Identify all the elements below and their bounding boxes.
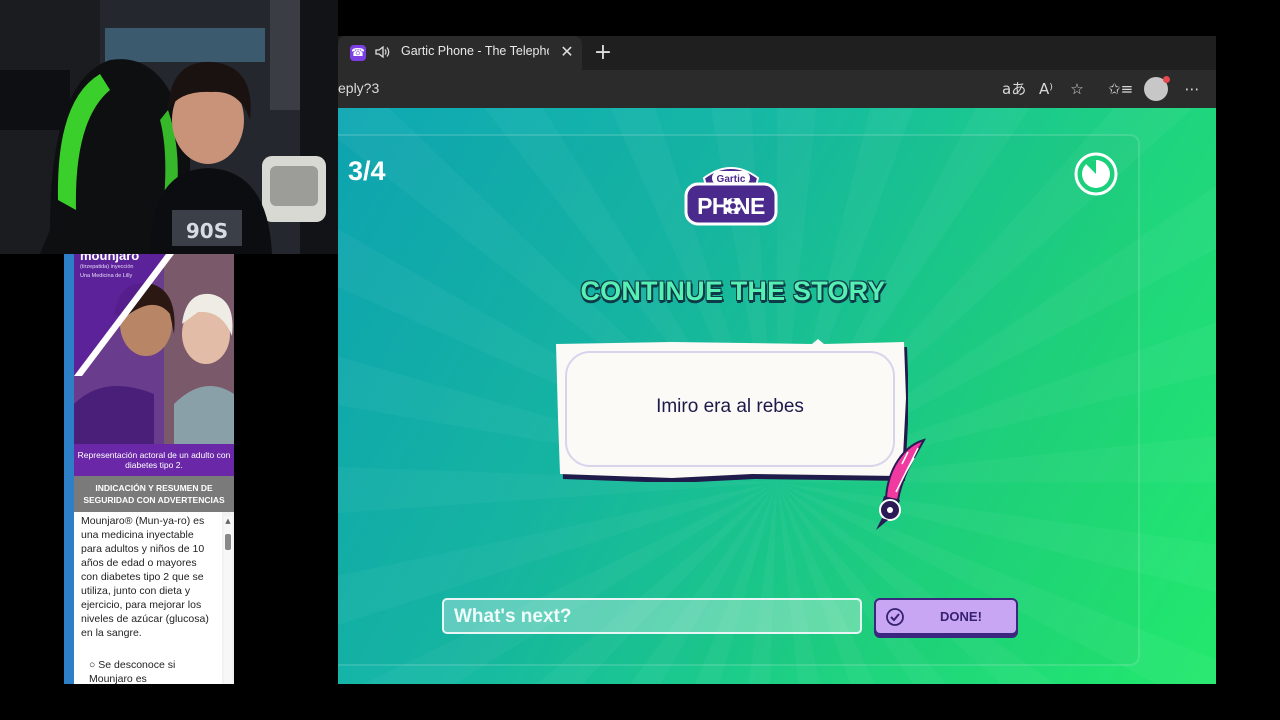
timer-icon: [1074, 152, 1118, 196]
story-text: Imiro era al rebes: [656, 396, 804, 417]
round-counter: 3/4: [348, 156, 386, 186]
tab-title: Gartic Phone - The Telephone Game: [401, 44, 549, 58]
ad-side-strip: [64, 254, 74, 684]
tab-gartic-phone[interactable]: ☎ Gartic Phone - The Telephone Game ✕: [338, 36, 582, 70]
ad-image[interactable]: mounjaro (tirzepatida) inyección Una Med…: [74, 254, 234, 476]
ad-bullet-text: Se desconoce si Mounjaro es: [89, 659, 176, 684]
ad-section-header: INDICACIÓN Y RESUMEN DE SEGURIDAD CON AD…: [74, 476, 234, 512]
profile-avatar-icon[interactable]: [1144, 76, 1170, 101]
read-aloud-translate-icon[interactable]: a⁠あ: [1002, 78, 1026, 100]
url-text[interactable]: eply?3: [338, 80, 379, 100]
read-aloud-icon[interactable]: A⁾: [1035, 78, 1057, 100]
ad-body: Mounjaro® (Mun-ya-ro) es una medicina in…: [74, 512, 222, 684]
svg-text:Gartic: Gartic: [717, 174, 746, 185]
ad-scrollbar[interactable]: ▲: [224, 516, 232, 684]
ad-section-header-text: INDICACIÓN Y RESUMEN DE SEGURIDAD CON AD…: [83, 483, 225, 505]
ad-panel[interactable]: mounjaro (tirzepatida) inyección Una Med…: [64, 254, 234, 684]
ad-bullet: ○ Se desconoce si Mounjaro es: [89, 658, 209, 684]
done-label: DONE!: [940, 609, 982, 624]
story-input[interactable]: What's next?: [442, 598, 862, 634]
scroll-up-icon[interactable]: ▲: [224, 516, 232, 526]
ad-body-text: Mounjaro® (Mun-ya-ro) es una medicina in…: [81, 515, 209, 639]
tab-bar: ☎ Gartic Phone - The Telephone Game ✕ +: [338, 36, 1216, 70]
ad-photo: [74, 254, 234, 476]
bullet-icon: ○: [89, 659, 99, 671]
ad-brand-subtitle: (tirzepatida) inyección: [80, 264, 134, 270]
ad-image-caption: Representación actoral de un adulto con …: [77, 450, 231, 470]
gartic-phone-logo: Gartic PH NE: [684, 167, 778, 226]
check-icon: [886, 608, 904, 626]
svg-text:90S: 90S: [186, 219, 228, 243]
game-area: 3/4 Gartic PH NE CONTINUE THE STORY Imir…: [338, 108, 1216, 684]
more-menu-icon[interactable]: ⋯: [1181, 78, 1203, 100]
done-button[interactable]: DONE!: [874, 598, 1018, 635]
speaker-icon[interactable]: [374, 43, 392, 61]
address-bar: eply?3 a⁠あ A⁾ ☆ ✩≡ ⋯: [338, 70, 1216, 108]
favorites-list-icon[interactable]: ✩≡: [1108, 78, 1133, 100]
webcam-feed: 90S: [0, 0, 338, 254]
page-heading: CONTINUE THE STORY: [580, 276, 886, 306]
new-tab-button[interactable]: +: [590, 40, 616, 66]
browser-window: ☎ Gartic Phone - The Telephone Game ✕ + …: [338, 36, 1216, 684]
ad-brand: mounjaro: [80, 254, 140, 263]
favorite-star-icon[interactable]: ☆: [1066, 78, 1088, 100]
tab-close-icon[interactable]: ✕: [558, 42, 576, 62]
phone-icon: ☎: [350, 45, 366, 61]
scroll-thumb[interactable]: [225, 534, 231, 550]
quill-icon: [876, 438, 927, 530]
story-input-placeholder: What's next?: [454, 606, 572, 627]
ad-brand-maker: Una Medicina de Lilly: [80, 273, 133, 279]
